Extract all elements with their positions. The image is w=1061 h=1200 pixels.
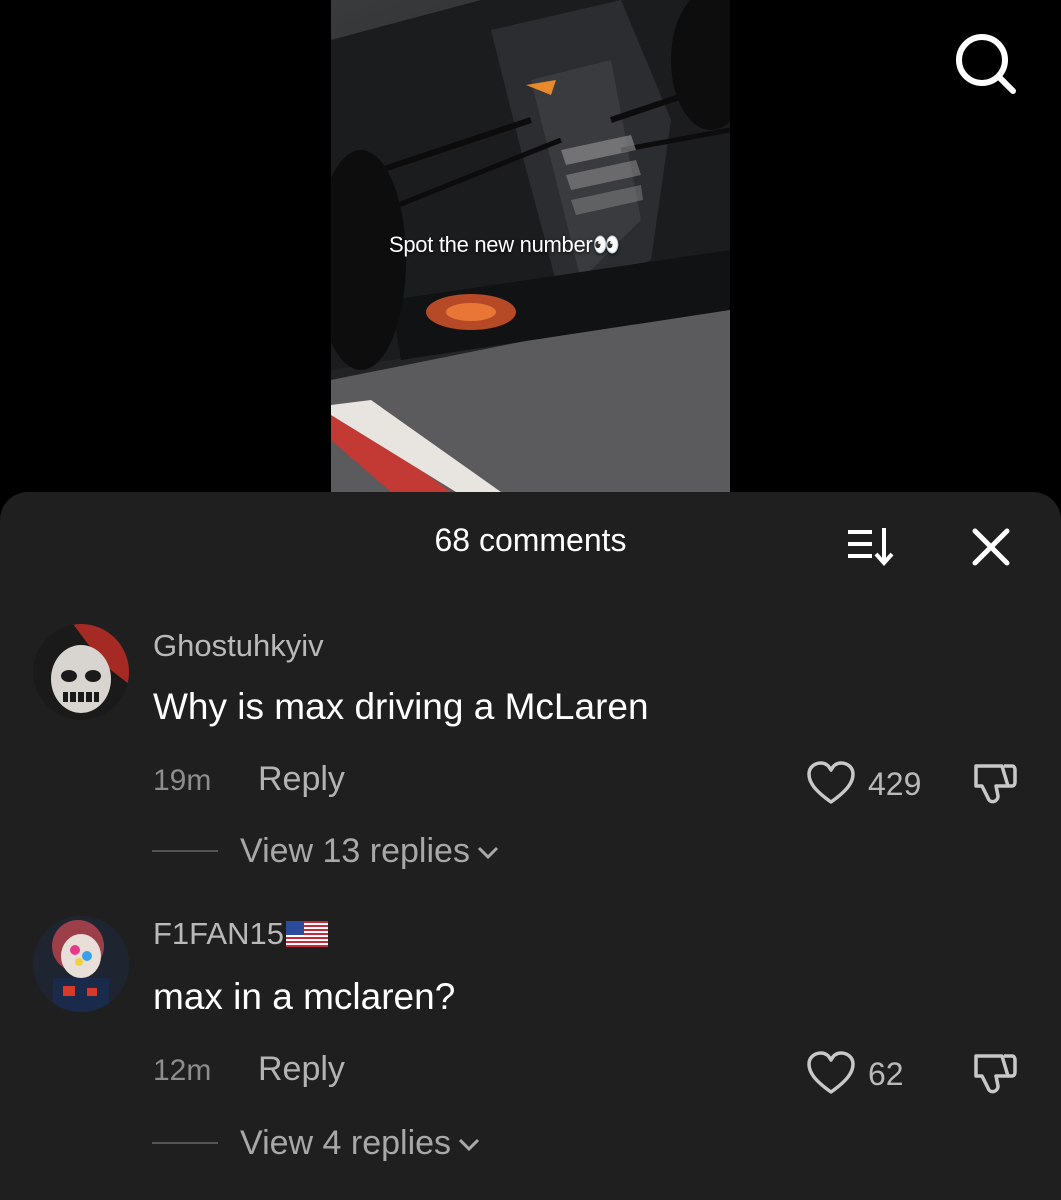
thumbs-down-icon xyxy=(974,1054,1017,1094)
video-caption: Spot the new number👀 xyxy=(389,232,620,258)
video-caption-text: Spot the new number xyxy=(389,232,593,257)
search-button[interactable] xyxy=(952,30,1018,96)
comment-time: 12m xyxy=(153,1054,212,1087)
sort-button[interactable] xyxy=(842,522,898,572)
like-count: 429 xyxy=(868,766,922,802)
reply-button[interactable]: Reply xyxy=(258,1050,345,1089)
eyes-emoji: 👀 xyxy=(592,232,620,257)
avatar-image xyxy=(33,624,129,720)
chevron-down-icon xyxy=(477,846,499,860)
view-replies-label: View 13 replies xyxy=(240,832,470,870)
comments-panel: 68 comments Ghostuhkyiv Why is max drivi… xyxy=(0,492,1061,1200)
search-icon xyxy=(956,34,1016,94)
avatar-image xyxy=(33,916,129,1012)
replies-divider xyxy=(152,1142,218,1144)
view-replies-button[interactable]: View 13 replies xyxy=(240,832,500,871)
close-button[interactable] xyxy=(964,520,1018,574)
sort-icon xyxy=(848,528,894,567)
comment-text: max in a mclaren? xyxy=(153,976,456,1017)
dislike-button[interactable] xyxy=(968,1050,1020,1100)
like-button[interactable]: 429 xyxy=(806,760,946,810)
like-button[interactable]: 62 xyxy=(806,1050,946,1100)
comment-item: Ghostuhkyiv Why is max driving a McLaren… xyxy=(0,618,1061,878)
view-replies-label: View 4 replies xyxy=(240,1124,452,1162)
comments-count-title: 68 comments xyxy=(434,522,627,558)
comment-username[interactable]: Ghostuhkyiv xyxy=(153,628,324,664)
view-replies-button[interactable]: View 4 replies xyxy=(240,1124,481,1163)
avatar[interactable] xyxy=(33,624,129,720)
heart-icon xyxy=(807,761,855,804)
comment-time: 19m xyxy=(153,764,212,797)
us-flag-icon xyxy=(285,921,328,947)
close-icon xyxy=(972,528,1010,566)
dislike-button[interactable] xyxy=(968,760,1020,810)
comment-text: Why is max driving a McLaren xyxy=(153,686,649,727)
comment-username-text: F1FAN15 xyxy=(153,916,284,951)
video-frame[interactable]: Spot the new number👀 xyxy=(331,0,730,492)
comment-item: F1FAN15 max in a mclaren? 12m Reply 62 V… xyxy=(0,916,1061,1176)
chevron-down-icon xyxy=(458,1138,480,1152)
replies-divider xyxy=(152,850,218,852)
reply-button[interactable]: Reply xyxy=(258,760,345,799)
avatar[interactable] xyxy=(33,916,129,1012)
comment-username[interactable]: F1FAN15 xyxy=(153,916,328,952)
like-count: 62 xyxy=(868,1056,904,1092)
heart-icon xyxy=(807,1051,855,1094)
thumbs-down-icon xyxy=(974,764,1017,804)
